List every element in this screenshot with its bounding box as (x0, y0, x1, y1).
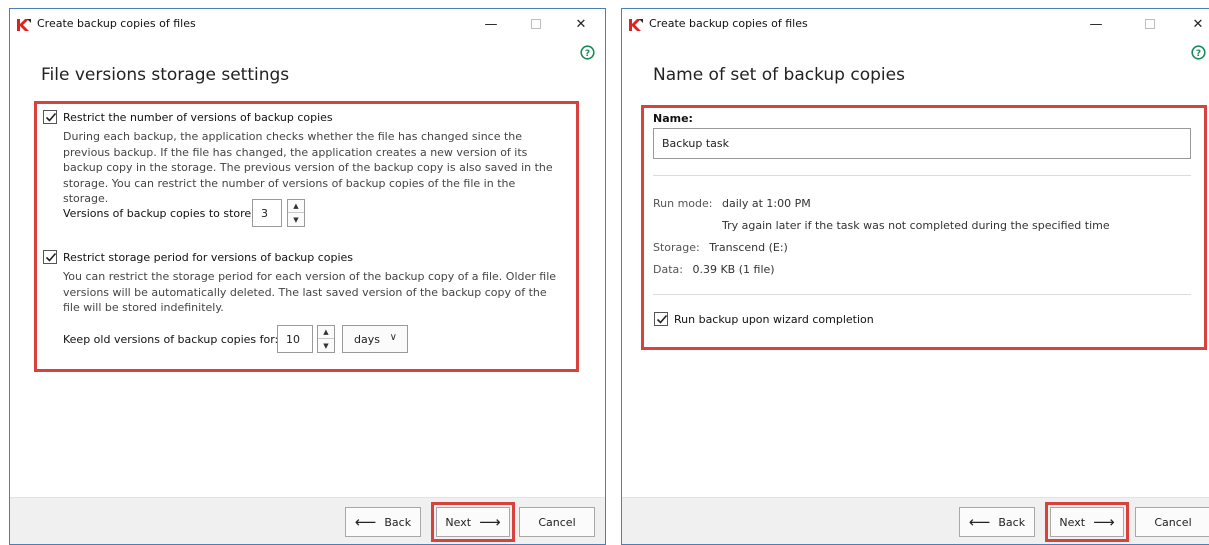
run-on-complete-checkbox[interactable] (654, 312, 668, 326)
kaspersky-k-icon (629, 19, 643, 31)
help-question-icon[interactable]: ? (580, 45, 595, 60)
title-bar: Create backup copies of files — ✕ (10, 9, 605, 39)
versions-to-store-label: Versions of backup copies to store: (63, 207, 255, 220)
keep-old-versions-label: Keep old versions of backup copies for: (63, 333, 279, 346)
checkmark-icon (656, 314, 668, 324)
divider (653, 175, 1191, 176)
restrict-versions-label[interactable]: Restrict the number of versions of backu… (63, 111, 333, 124)
svg-text:?: ? (1196, 49, 1201, 59)
data-label: Data: (653, 263, 683, 276)
arrow-right-icon: ⟶ (479, 512, 501, 531)
retry-note: Try again later if the task was not comp… (722, 219, 1110, 232)
data-value: 0.39 KB (1 file) (692, 263, 775, 276)
restrict-versions-checkbox[interactable] (43, 110, 57, 124)
wizard-footer: ⟵ Back Next ⟶ Cancel (622, 497, 1209, 544)
next-button[interactable]: Next ⟶ (436, 507, 510, 537)
cancel-button[interactable]: Cancel (519, 507, 595, 537)
restrict-period-checkbox[interactable] (43, 250, 57, 264)
title-bar: Create backup copies of files — ✕ (622, 9, 1209, 39)
name-label: Name: (653, 112, 693, 125)
back-label: Back (998, 515, 1026, 529)
keep-old-versions-input[interactable]: 10 (277, 325, 313, 353)
wizard-window-left: Create backup copies of files — ✕ ? File… (9, 8, 606, 545)
storage-row: Storage: Transcend (E:) (653, 241, 788, 254)
increment-icon[interactable]: ▲ (318, 326, 334, 339)
data-row: Data: 0.39 KB (1 file) (653, 263, 775, 276)
versions-to-store-input[interactable]: 3 (252, 199, 282, 227)
wizard-footer: ⟵ Back Next ⟶ Cancel (10, 497, 605, 544)
decrement-icon[interactable]: ▼ (318, 339, 334, 352)
close-button[interactable]: ✕ (566, 13, 596, 35)
next-label: Next (1059, 515, 1086, 529)
arrow-right-icon: ⟶ (1093, 512, 1115, 531)
close-button[interactable]: ✕ (1183, 13, 1209, 35)
back-label: Back (384, 515, 412, 529)
next-button[interactable]: Next ⟶ (1050, 507, 1124, 537)
next-label: Next (445, 515, 472, 529)
maximize-button[interactable] (1135, 13, 1165, 35)
kaspersky-k-icon (17, 19, 31, 31)
chevron-down-icon: ∨ (389, 332, 397, 343)
increment-icon[interactable]: ▲ (288, 200, 304, 213)
page-title: Name of set of backup copies (653, 65, 905, 85)
maximize-icon (531, 19, 541, 29)
restrict-period-description: You can restrict the storage period for … (63, 270, 557, 314)
cancel-label: Cancel (1154, 515, 1192, 529)
arrow-left-icon: ⟵ (968, 512, 991, 531)
run-mode-label: Run mode: (653, 197, 713, 210)
arrow-left-icon: ⟵ (354, 512, 377, 531)
run-on-complete-label[interactable]: Run backup upon wizard completion (674, 313, 874, 326)
wizard-window-right: Create backup copies of files — ✕ ? Name… (621, 8, 1209, 545)
backup-name-input[interactable]: Backup task (653, 128, 1191, 159)
run-mode-row: Run mode: daily at 1:00 PM (653, 197, 811, 210)
checkmark-icon (45, 252, 57, 262)
keep-old-versions-stepper[interactable]: ▲ ▼ (317, 325, 335, 353)
minimize-button[interactable]: — (476, 13, 506, 35)
versions-to-store-stepper[interactable]: ▲ ▼ (287, 199, 305, 227)
back-button[interactable]: ⟵ Back (345, 507, 421, 537)
restrict-period-label[interactable]: Restrict storage period for versions of … (63, 251, 353, 264)
storage-value: Transcend (E:) (709, 241, 788, 254)
window-title: Create backup copies of files (37, 17, 196, 30)
back-button[interactable]: ⟵ Back (959, 507, 1035, 537)
period-unit-dropdown[interactable]: days ∨ (342, 325, 408, 353)
storage-label: Storage: (653, 241, 700, 254)
divider (653, 294, 1191, 295)
help-question-icon[interactable]: ? (1191, 45, 1206, 60)
svg-text:?: ? (585, 49, 590, 59)
period-unit-value: days (354, 332, 380, 346)
maximize-icon (1145, 19, 1155, 29)
minimize-button[interactable]: — (1081, 13, 1111, 35)
window-title: Create backup copies of files (649, 17, 808, 30)
cancel-button[interactable]: Cancel (1135, 507, 1209, 537)
restrict-versions-description: During each backup, the application chec… (63, 130, 553, 205)
page-title: File versions storage settings (41, 65, 290, 85)
maximize-button[interactable] (521, 13, 551, 35)
cancel-label: Cancel (538, 515, 576, 529)
checkmark-icon (45, 112, 57, 122)
run-mode-value: daily at 1:00 PM (722, 197, 811, 210)
decrement-icon[interactable]: ▼ (288, 213, 304, 226)
